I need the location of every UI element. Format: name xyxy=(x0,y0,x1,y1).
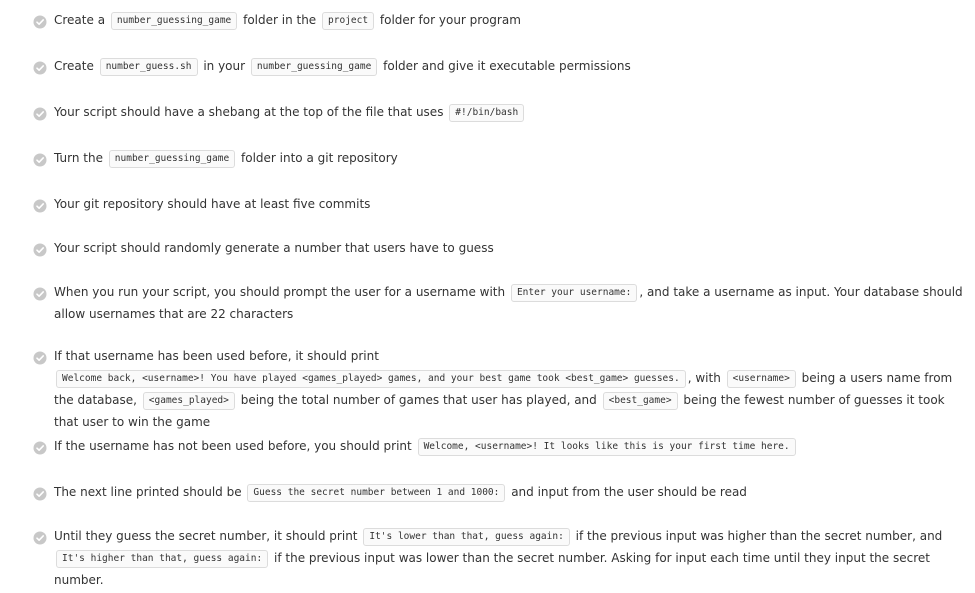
task-text: Create number_guess.sh in your number_gu… xyxy=(54,55,968,77)
inline-code: number_guessing_game xyxy=(110,12,238,30)
inline-code: Enter your username: xyxy=(510,284,638,302)
inline-code: project xyxy=(322,12,375,30)
task-text-segment: If that username has been used before, i… xyxy=(54,349,379,363)
task-item: Until they guess the secret number, it s… xyxy=(33,528,968,591)
inline-code: It's lower than that, guess again: xyxy=(363,528,570,546)
check-circle-icon xyxy=(33,351,47,365)
task-item: When you run your script, you should pro… xyxy=(33,284,968,325)
inline-code: number_guess.sh xyxy=(99,58,198,76)
task-text-segment: folder in the xyxy=(243,13,317,27)
task-item: Turn the number_guessing_game folder int… xyxy=(33,150,968,169)
task-text-segment: The next line printed should be xyxy=(54,485,242,499)
task-item: If that username has been used before, i… xyxy=(33,349,968,433)
inline-code: <username> xyxy=(726,370,796,388)
task-text: Create a number_guessing_game folder in … xyxy=(54,9,968,31)
check-circle-icon xyxy=(33,487,47,501)
check-circle-icon xyxy=(33,531,47,545)
task-text-segment: Your script should randomly generate a n… xyxy=(54,241,494,255)
inline-code: Welcome, <username>! It looks like this … xyxy=(417,438,796,456)
check-circle-icon xyxy=(33,15,47,29)
task-item: If the username has not been used before… xyxy=(33,438,968,457)
task-text-segment: if the previous input was higher than th… xyxy=(575,529,943,543)
task-item: Your git repository should have at least… xyxy=(33,197,968,215)
check-circle-icon xyxy=(33,61,47,75)
task-item: Create a number_guessing_game folder in … xyxy=(33,12,968,31)
task-text-segment: Create a xyxy=(54,13,106,27)
task-item: Your script should randomly generate a n… xyxy=(33,241,968,259)
task-text-segment: folder into a git repository xyxy=(241,151,398,165)
task-text: Until they guess the secret number, it s… xyxy=(54,525,968,591)
task-text: Your script should have a shebang at the… xyxy=(54,101,968,123)
task-text-segment: folder for your program xyxy=(379,13,521,27)
task-text: If that username has been used before, i… xyxy=(54,345,968,433)
task-text-segment: Until they guess the secret number, it s… xyxy=(54,529,358,543)
task-text-segment: If the username has not been used before… xyxy=(54,439,412,453)
task-text-segment: being the total number of games that use… xyxy=(240,393,597,407)
task-text-segment: and input from the user should be read xyxy=(511,485,747,499)
task-text: Your git repository should have at least… xyxy=(54,193,968,215)
check-circle-icon xyxy=(33,287,47,301)
task-text: Turn the number_guessing_game folder int… xyxy=(54,147,968,169)
task-text-segment: Turn the xyxy=(54,151,103,165)
inline-code: <best_game> xyxy=(602,392,678,410)
task-text-segment: Your script should have a shebang at the… xyxy=(54,105,444,119)
inline-code: number_guessing_game xyxy=(250,58,378,76)
inline-code: Welcome back, <username>! You have playe… xyxy=(56,370,686,388)
check-circle-icon xyxy=(33,107,47,121)
task-text: The next line printed should be Guess th… xyxy=(54,481,968,503)
task-text-segment: Your git repository should have at least… xyxy=(54,197,371,211)
task-item: The next line printed should be Guess th… xyxy=(33,484,968,503)
task-text-segment: , with xyxy=(687,371,721,385)
inline-code: #!/bin/bash xyxy=(449,104,525,122)
check-circle-icon xyxy=(33,441,47,455)
check-circle-icon xyxy=(33,153,47,167)
check-circle-icon xyxy=(33,243,47,257)
check-circle-icon xyxy=(33,199,47,213)
task-text: Your script should randomly generate a n… xyxy=(54,237,968,259)
inline-code: number_guessing_game xyxy=(108,150,236,168)
task-text: If the username has not been used before… xyxy=(54,435,968,457)
task-text-segment: When you run your script, you should pro… xyxy=(54,285,506,299)
task-text-segment: folder and give it executable permission… xyxy=(383,59,631,73)
task-item: Your script should have a shebang at the… xyxy=(33,104,968,123)
task-text-segment: Create xyxy=(54,59,94,73)
task-text: When you run your script, you should pro… xyxy=(54,281,968,325)
task-item: Create number_guess.sh in your number_gu… xyxy=(33,58,968,77)
inline-code: <games_played> xyxy=(142,392,235,410)
inline-code: Guess the secret number between 1 and 10… xyxy=(247,484,506,502)
task-text-segment: in your xyxy=(203,59,246,73)
inline-code: It's higher than that, guess again: xyxy=(56,550,269,568)
